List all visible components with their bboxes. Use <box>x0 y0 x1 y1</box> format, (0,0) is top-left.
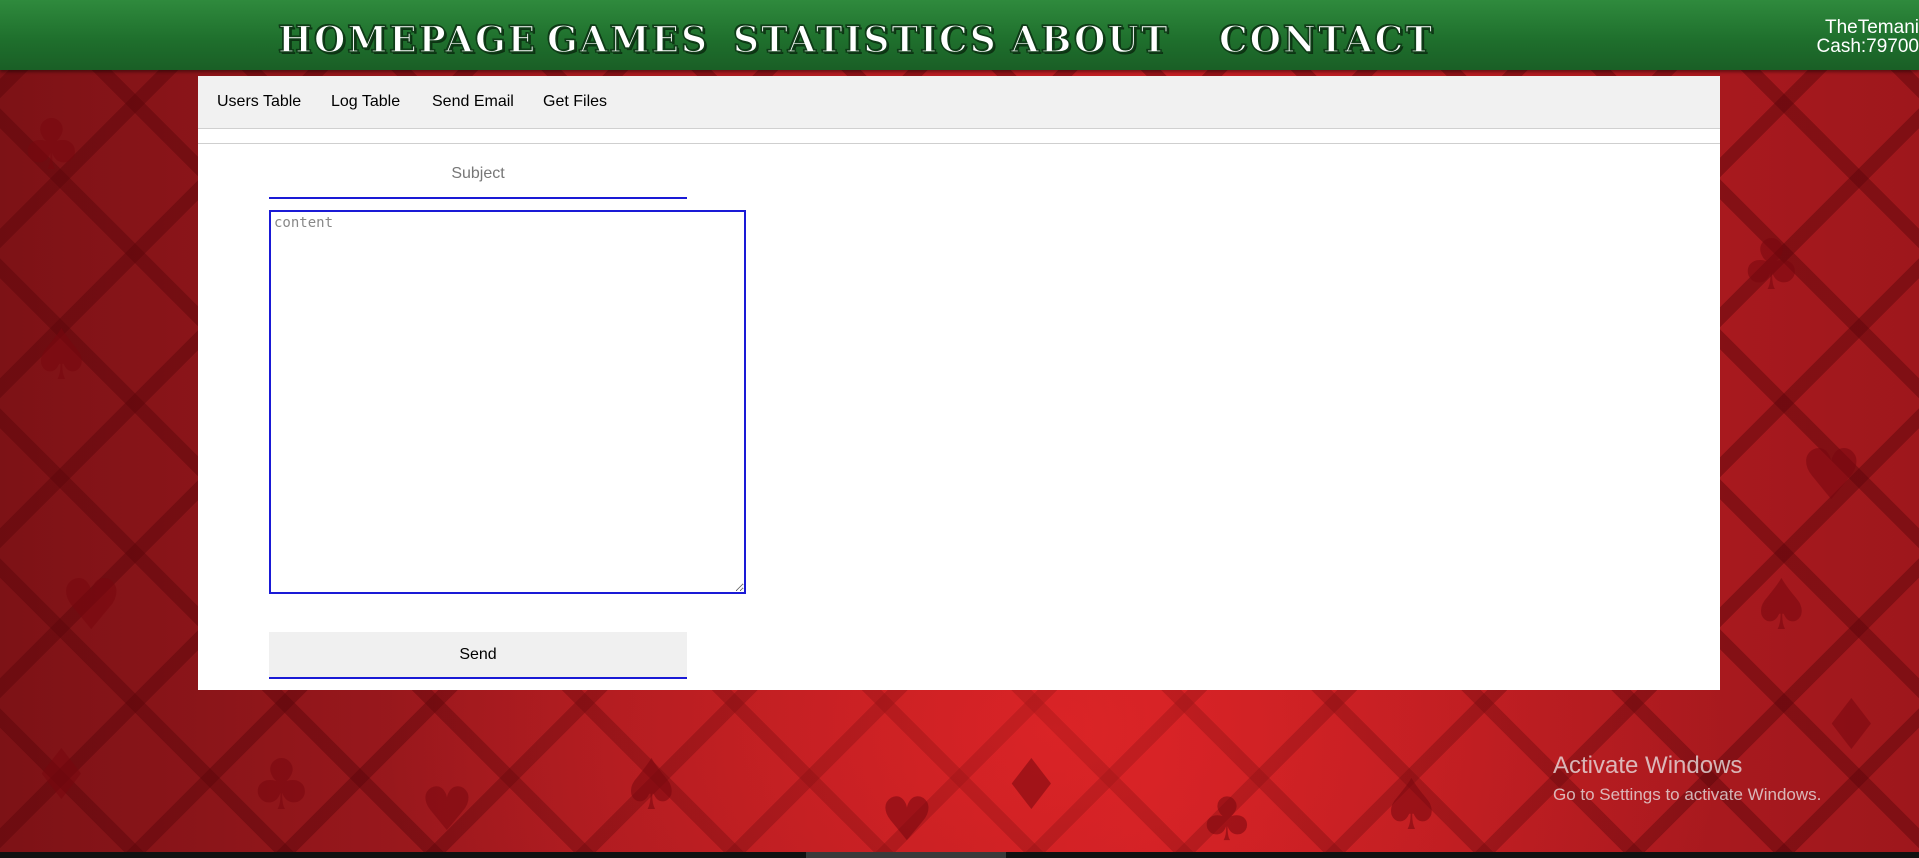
cash-balance: Cash:79700 <box>1816 36 1919 57</box>
tab-log-table[interactable]: Log Table <box>331 76 400 128</box>
spade-icon: ♠ <box>30 314 93 396</box>
admin-tab-bar: Users Table Log Table Send Email Get Fil… <box>198 76 1720 129</box>
admin-panel: Users Table Log Table Send Email Get Fil… <box>198 76 1720 690</box>
club-icon: ♣ <box>1200 785 1254 855</box>
nav-about[interactable]: ABOUT <box>1010 18 1170 62</box>
club-icon: ♣ <box>20 104 83 186</box>
club-icon: ♣ <box>250 744 313 826</box>
scrollbar-thumb[interactable] <box>806 852 1006 858</box>
username: TheTemani <box>1825 17 1919 38</box>
nav-homepage[interactable]: HOMEPAGE <box>277 18 537 62</box>
divider <box>198 143 1720 144</box>
user-info: TheTemani Cash:79700 <box>1817 18 1919 56</box>
windows-activation-watermark: Activate Windows Go to Settings to activ… <box>1553 752 1821 806</box>
send-button[interactable]: Send <box>269 632 687 679</box>
tab-get-files[interactable]: Get Files <box>543 76 607 128</box>
diamond-icon: ♦ <box>1000 744 1063 826</box>
tab-send-email[interactable]: Send Email <box>432 76 514 128</box>
spade-icon: ♠ <box>1750 564 1813 646</box>
heart-icon: ♥ <box>420 775 474 845</box>
club-icon: ♣ <box>1740 224 1803 306</box>
nav-contact[interactable]: CONTACT <box>1218 18 1434 62</box>
subject-input[interactable] <box>269 150 687 199</box>
heart-icon: ♥ <box>1800 434 1863 516</box>
nav-games[interactable]: GAMES <box>546 18 709 62</box>
watermark-subtitle: Go to Settings to activate Windows. <box>1553 785 1822 804</box>
watermark-title: Activate Windows <box>1553 752 1743 779</box>
diamond-icon: ♦ <box>30 734 93 816</box>
spade-icon: ♠ <box>1380 764 1443 846</box>
diamond-icon: ♦ <box>1820 684 1883 766</box>
bottom-scroll-strip <box>0 852 1919 858</box>
top-navigation-bar: HOMEPAGE GAMES STATISTICS ABOUT CONTACT … <box>0 0 1919 70</box>
content-textarea[interactable] <box>269 210 746 594</box>
nav-statistics[interactable]: STATISTICS <box>732 18 998 62</box>
spade-icon: ♠ <box>620 744 683 826</box>
heart-icon: ♥ <box>60 564 123 646</box>
tab-users-table[interactable]: Users Table <box>217 76 301 128</box>
heart-icon: ♥ <box>880 785 934 855</box>
